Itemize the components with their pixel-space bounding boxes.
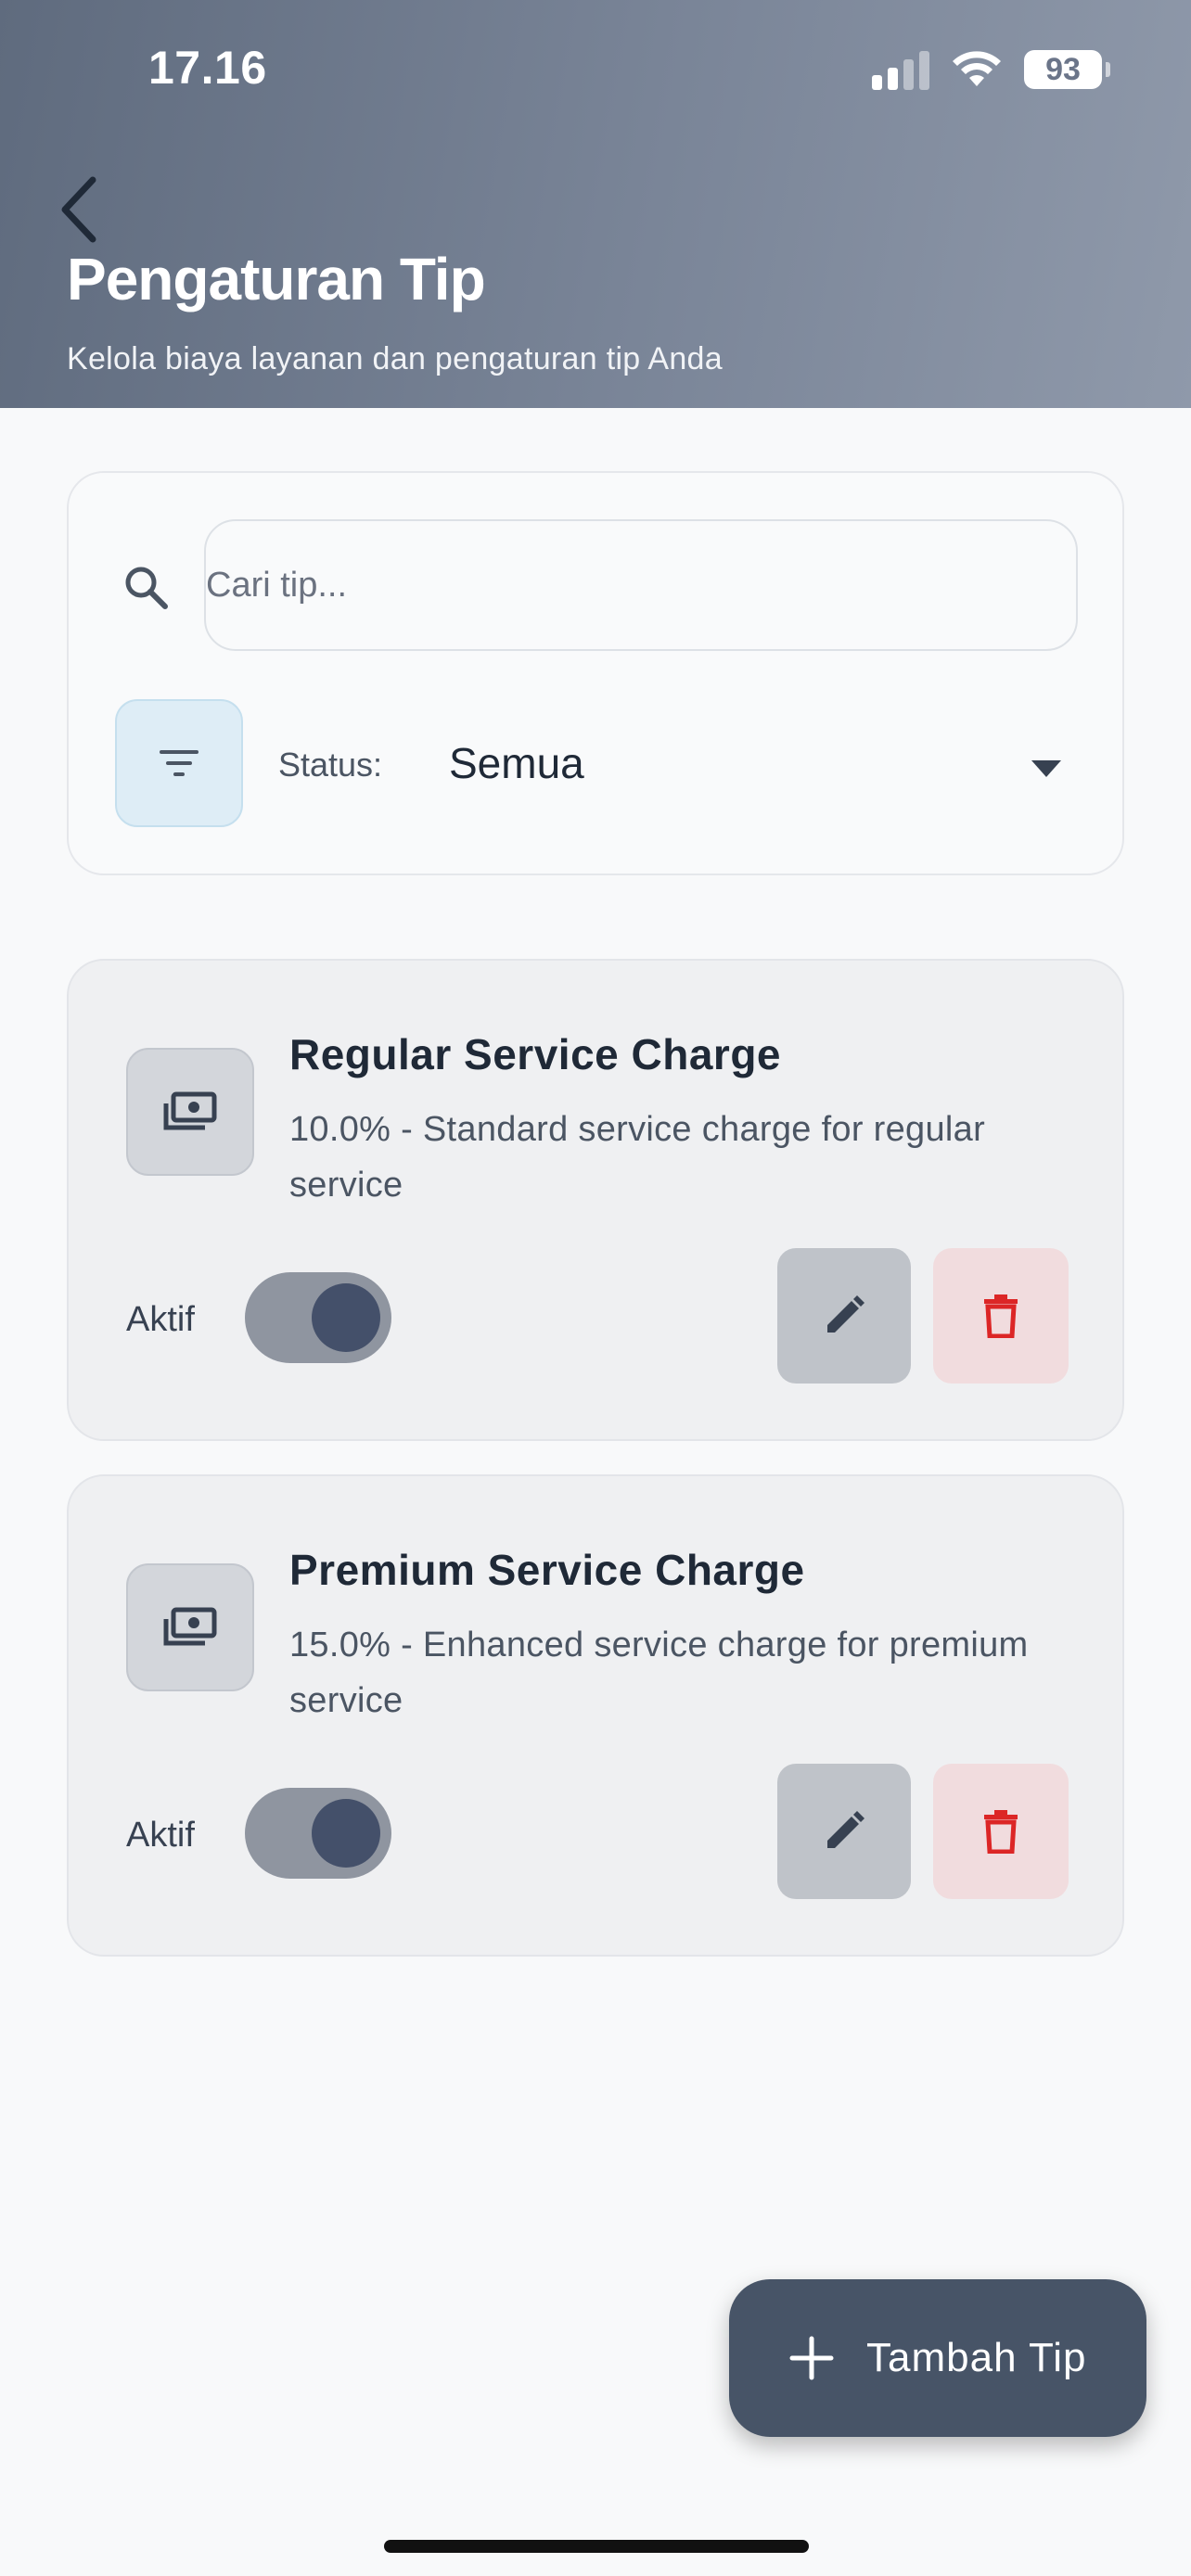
add-tip-label: Tambah Tip	[866, 2335, 1087, 2380]
plus-icon	[789, 2336, 834, 2380]
toggle-knob	[312, 1283, 380, 1352]
add-tip-button[interactable]: Tambah Tip	[729, 2279, 1146, 2437]
trash-icon	[984, 1294, 1018, 1338]
caret-down-icon[interactable]	[1028, 755, 1065, 783]
filter-button[interactable]	[115, 699, 243, 827]
tip-card: Premium Service Charge 15.0% - Enhanced …	[67, 1474, 1124, 1957]
filter-icon	[160, 750, 198, 776]
pencil-icon	[827, 1811, 864, 1848]
tip-description: 10.0% - Standard service charge for regu…	[289, 1110, 986, 1205]
active-toggle[interactable]	[245, 1272, 391, 1363]
delete-button[interactable]	[933, 1764, 1069, 1899]
tip-title: Regular Service Charge	[289, 1030, 782, 1078]
toggle-knob	[312, 1799, 380, 1868]
tip-description: 15.0% - Enhanced service charge for prem…	[289, 1626, 1029, 1720]
edit-button[interactable]	[777, 1248, 911, 1384]
page-title: Pengaturan Tip	[67, 246, 486, 312]
tip-title: Premium Service Charge	[289, 1546, 805, 1594]
search-icon	[125, 567, 168, 609]
battery-indicator: 93	[1024, 50, 1110, 89]
back-button[interactable]	[52, 171, 108, 249]
wifi-icon	[953, 51, 1001, 86]
home-indicator[interactable]	[384, 2540, 809, 2553]
trash-icon	[984, 1810, 1018, 1854]
status-icons: 93	[872, 46, 1110, 93]
tip-icon-box	[126, 1563, 254, 1691]
tip-card: Regular Service Charge 10.0% - Standard …	[67, 959, 1124, 1441]
status-filter-label: Status:	[278, 746, 383, 784]
pencil-icon	[827, 1295, 864, 1333]
status-time: 17.16	[148, 42, 267, 94]
filter-card: Status: Semua	[67, 471, 1124, 875]
money-icon	[163, 1607, 217, 1646]
page-subtitle: Kelola biaya layanan dan pengaturan tip …	[67, 341, 723, 376]
edit-button[interactable]	[777, 1764, 911, 1899]
status-filter-select[interactable]: Semua	[449, 738, 584, 788]
search-input[interactable]	[204, 519, 1078, 651]
active-toggle[interactable]	[245, 1788, 391, 1879]
delete-button[interactable]	[933, 1248, 1069, 1384]
tip-status-label: Aktif	[126, 1300, 195, 1339]
signal-icon	[872, 49, 929, 90]
money-icon	[163, 1091, 217, 1130]
tip-status-label: Aktif	[126, 1816, 195, 1855]
header: 17.16 93 Pengaturan Tip Kelola biaya lay…	[0, 0, 1191, 408]
tip-icon-box	[126, 1048, 254, 1176]
screen: 17.16 93 Pengaturan Tip Kelola biaya lay…	[0, 0, 1191, 2576]
chevron-left-icon	[61, 176, 96, 243]
